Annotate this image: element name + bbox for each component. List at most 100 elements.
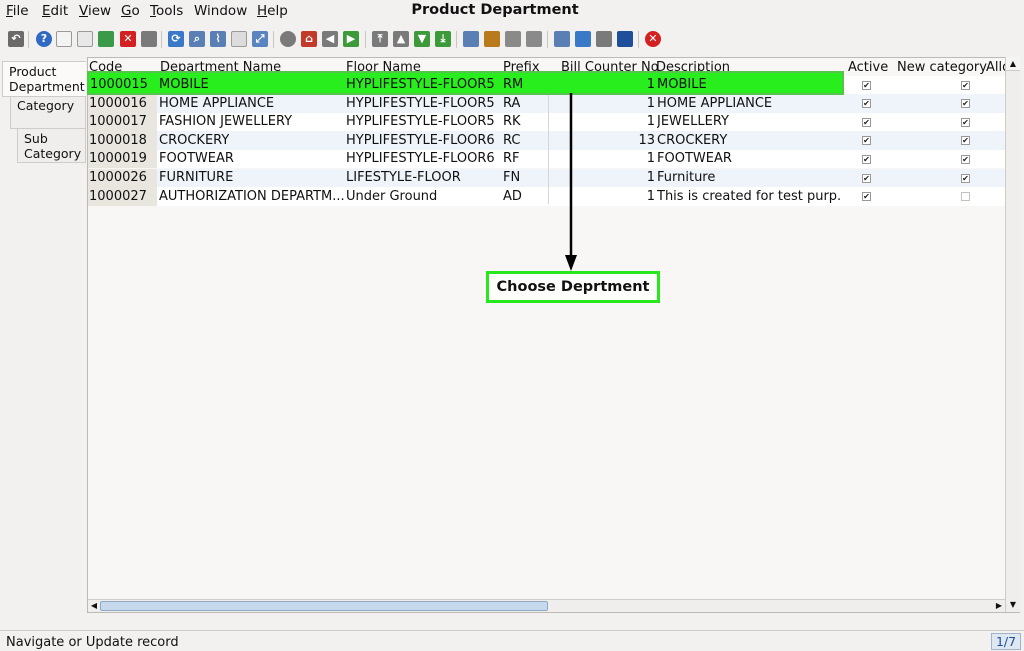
- column-header-allow[interactable]: Allo: [986, 60, 1006, 75]
- copy-record-icon[interactable]: [77, 31, 93, 47]
- cell-prefix: AD: [503, 188, 522, 204]
- table-row[interactable]: 1000026 FURNITURE LIFESTYLE-FLOOR FN 1 Furnit…: [88, 168, 1006, 188]
- toolbar: ↶? ✕ ⟳ ⌕ ⌇ ⤢ ⌂ ◀ ▶ ⤒ ▲ ▼ ⤓ ✕: [0, 26, 1024, 54]
- save-record-icon[interactable]: [98, 31, 114, 47]
- cell-description: FOOTWEAR: [657, 151, 732, 167]
- table-row[interactable]: 1000018 CROCKERY HYPLIFESTYLE-FLOOR6 RC 13 CR…: [88, 131, 1006, 150]
- checkbox-active[interactable]: ✔: [862, 173, 871, 183]
- window-title: Product Department: [411, 2, 579, 18]
- tab-category[interactable]: Category: [10, 92, 86, 129]
- zoom-across-icon[interactable]: [554, 31, 570, 47]
- new-record-icon[interactable]: [56, 31, 72, 47]
- cell-code: 1000019: [89, 151, 147, 167]
- archive-icon[interactable]: [484, 31, 500, 47]
- cell-code: 1000027: [89, 188, 147, 204]
- toolbar-separator: [638, 31, 639, 48]
- record-count[interactable]: 1/7: [991, 633, 1021, 650]
- horizontal-scrollbar[interactable]: ◀ ▶: [88, 599, 1005, 612]
- checkbox-new-category[interactable]: [961, 192, 970, 202]
- scroll-right-icon[interactable]: ▶: [993, 600, 1005, 612]
- cell-floor-name: HYPLIFESTYLE-FLOOR5: [346, 95, 495, 111]
- tab-product-department[interactable]: Product Department: [2, 61, 86, 97]
- previous-record-icon[interactable]: ▲: [393, 31, 409, 47]
- delete-icon[interactable]: ✕: [120, 31, 136, 47]
- table-row[interactable]: 1000027 AUTHORIZATION DEPARTM... Under Gro…: [88, 187, 1006, 206]
- checkbox-new-category[interactable]: ✔: [961, 136, 970, 146]
- last-record-icon[interactable]: ⤓: [435, 31, 451, 47]
- cell-floor-name: HYPLIFESTYLE-FLOOR5: [346, 114, 495, 130]
- back-icon[interactable]: ◀: [322, 31, 338, 47]
- tab-sub-category[interactable]: Sub Category: [17, 128, 86, 163]
- next-record-icon[interactable]: ▼: [414, 31, 430, 47]
- toolbar-separator: [365, 31, 366, 48]
- home-icon[interactable]: ⌂: [301, 31, 317, 47]
- status-bar: Navigate or Update record 1/7: [0, 630, 1024, 651]
- cell-description: MOBILE: [657, 77, 707, 92]
- table-row[interactable]: 1000017 FASHION JEWELLERY HYPLIFESTYLE-FLO…: [88, 112, 1006, 132]
- cell-floor-name: HYPLIFESTYLE-FLOOR5: [346, 77, 495, 92]
- table-row[interactable]: 1000019 FOOTWEAR HYPLIFESTYLE-FLOOR6 RF 1 FOO…: [88, 149, 1006, 169]
- scroll-down-icon[interactable]: ▼: [1006, 598, 1020, 612]
- cell-prefix: RA: [503, 95, 521, 111]
- vertical-scrollbar[interactable]: ▲ ▼: [1005, 57, 1020, 612]
- checkbox-new-category[interactable]: ✔: [961, 80, 970, 90]
- workflow-icon[interactable]: [575, 31, 591, 47]
- cell-department-name: AUTHORIZATION DEPARTM...: [159, 188, 345, 204]
- cell-prefix: RF: [503, 151, 520, 167]
- cell-floor-name: HYPLIFESTYLE-FLOOR6: [346, 151, 495, 167]
- toolbar-separator: [273, 31, 274, 48]
- cell-floor-name: LIFESTYLE-FLOOR: [346, 170, 461, 185]
- toolbar-separator: [161, 31, 162, 48]
- help-icon[interactable]: ?: [36, 31, 52, 47]
- checkbox-active[interactable]: ✔: [862, 154, 871, 164]
- checkbox-active[interactable]: ✔: [862, 117, 871, 127]
- menu-bar: File Edit View Go Tools Window Help Product De…: [0, 0, 1024, 22]
- checkbox-active[interactable]: ✔: [862, 192, 871, 202]
- scroll-left-icon[interactable]: ◀: [88, 600, 100, 612]
- forward-icon[interactable]: ▶: [343, 31, 359, 47]
- print-preview-icon[interactable]: [526, 31, 542, 47]
- annotation-arrow: [565, 93, 577, 271]
- checkbox-active[interactable]: ✔: [862, 136, 871, 146]
- toolbar-separator: [547, 31, 548, 48]
- history-icon[interactable]: [280, 31, 296, 47]
- selected-row[interactable]: 1000015 MOBILE HYPLIFESTYLE-FLOOR5 RM 1 …: [87, 71, 844, 95]
- cell-department-name: MOBILE: [159, 77, 209, 92]
- status-message: Navigate or Update record: [6, 635, 179, 650]
- cell-code: 1000018: [89, 132, 147, 148]
- report-icon[interactable]: [463, 31, 479, 47]
- checkbox-active[interactable]: ✔: [862, 99, 871, 109]
- undo-icon[interactable]: ↶: [8, 31, 24, 47]
- checkbox-active[interactable]: ✔: [862, 80, 871, 90]
- checkbox-new-category[interactable]: ✔: [961, 154, 970, 164]
- column-header-active[interactable]: Active: [848, 60, 888, 75]
- checkbox-new-category[interactable]: ✔: [961, 117, 970, 127]
- attachment-icon[interactable]: ⌇: [210, 31, 226, 47]
- exit-icon[interactable]: ✕: [645, 31, 661, 47]
- cell-prefix: RC: [503, 132, 521, 148]
- zoom-fit-icon[interactable]: ⤢: [252, 31, 268, 47]
- cell-description: CROCKERY: [657, 132, 728, 148]
- column-header-new-category[interactable]: New category: [897, 60, 987, 75]
- cell-prefix: FN: [503, 170, 521, 185]
- checkbox-new-category[interactable]: ✔: [961, 99, 970, 109]
- cell-floor-name: HYPLIFESTYLE-FLOOR6: [346, 132, 495, 148]
- refresh-icon[interactable]: ⟳: [168, 31, 184, 47]
- cell-prefix: RM: [503, 77, 524, 92]
- print-icon[interactable]: [505, 31, 521, 47]
- annotation-callout: Choose Deprtment: [486, 271, 660, 303]
- scrollbar-thumb[interactable]: [100, 601, 548, 611]
- scroll-up-icon[interactable]: ▲: [1006, 57, 1020, 71]
- request-icon[interactable]: [617, 31, 633, 47]
- cell-code: 1000026: [89, 170, 147, 185]
- cell-department-name: FOOTWEAR: [159, 151, 234, 167]
- cell-department-name: FURNITURE: [159, 170, 234, 185]
- product-info-icon[interactable]: [596, 31, 612, 47]
- checkbox-new-category[interactable]: ✔: [961, 173, 970, 183]
- grid-toggle-icon[interactable]: [141, 31, 157, 47]
- chat-icon[interactable]: [231, 31, 247, 47]
- table-row[interactable]: 1000016 HOME APPLIANCE HYPLIFESTYLE-FLOOR5…: [88, 94, 1006, 113]
- find-icon[interactable]: ⌕: [189, 31, 205, 47]
- toolbar-separator: [456, 31, 457, 48]
- first-record-icon[interactable]: ⤒: [372, 31, 388, 47]
